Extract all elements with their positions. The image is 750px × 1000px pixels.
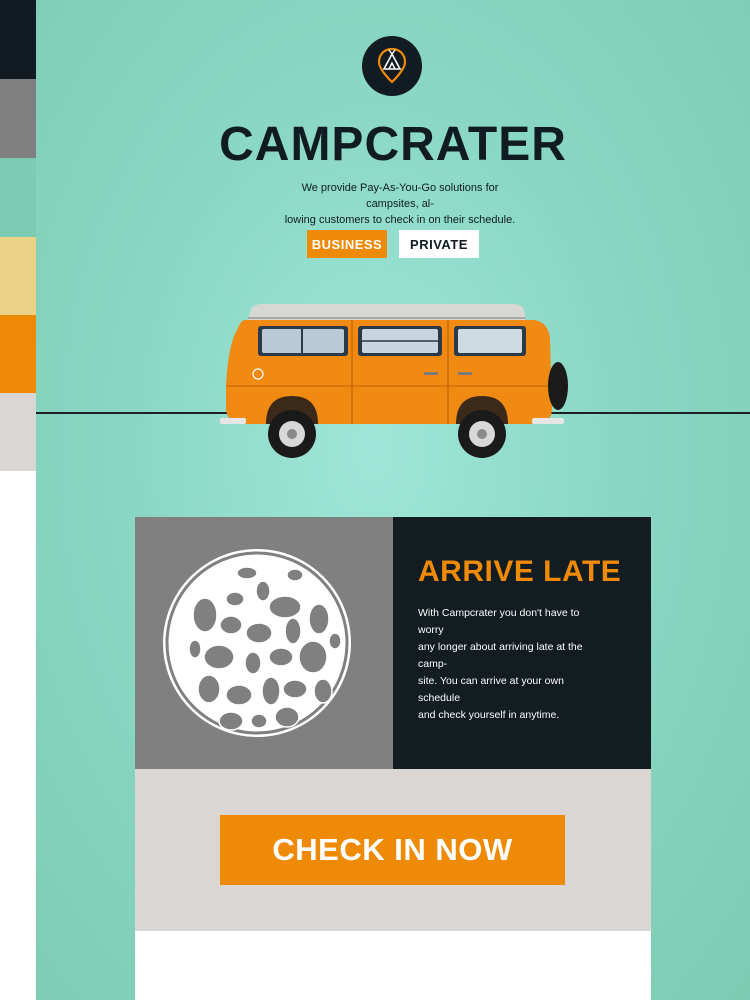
tagline-line: lowing customers to check in on their sc… (284, 214, 516, 226)
swatch-light-gray (0, 393, 36, 471)
business-toggle-button[interactable]: BUSINESS (307, 230, 387, 258)
camper-van-image (220, 304, 568, 458)
tent-pin-icon (377, 47, 407, 84)
footer-panel (135, 931, 651, 1000)
color-swatch-strip (0, 0, 36, 1000)
swatch-dark (0, 0, 36, 79)
feature-illustration-panel (135, 517, 393, 769)
feature-heading: ARRIVE LATE (418, 555, 622, 588)
feature-text-panel: ARRIVE LATE With Campcrater you don't ha… (393, 517, 651, 769)
logo[interactable] (362, 36, 422, 96)
feature-description-line: any longer about arriving late at the ca… (418, 641, 583, 670)
feature-description-line: and check yourself in anytime. (418, 709, 560, 721)
check-in-now-button[interactable]: CHECK IN NOW (220, 815, 565, 885)
tagline-line: We provide Pay-As-You-Go solutions for c… (301, 182, 499, 210)
cta-panel: CHECK IN NOW (135, 769, 651, 931)
feature-description-line: With Campcrater you don't have to worry (418, 607, 580, 636)
feature-description-line: site. You can arrive at your own schedul… (418, 675, 564, 704)
swatch-orange (0, 315, 36, 393)
swatch-white (0, 471, 36, 1000)
swatch-sand (0, 237, 36, 315)
swatch-gray (0, 79, 36, 158)
brand-title: CAMPCRATER (219, 118, 567, 171)
moon-icon (163, 549, 351, 737)
swatch-mint (0, 158, 36, 237)
private-toggle-button[interactable]: PRIVATE (399, 230, 479, 258)
tagline: We provide Pay-As-You-Go solutions for c… (280, 180, 520, 228)
feature-description: With Campcrater you don't have to worry … (418, 605, 598, 724)
